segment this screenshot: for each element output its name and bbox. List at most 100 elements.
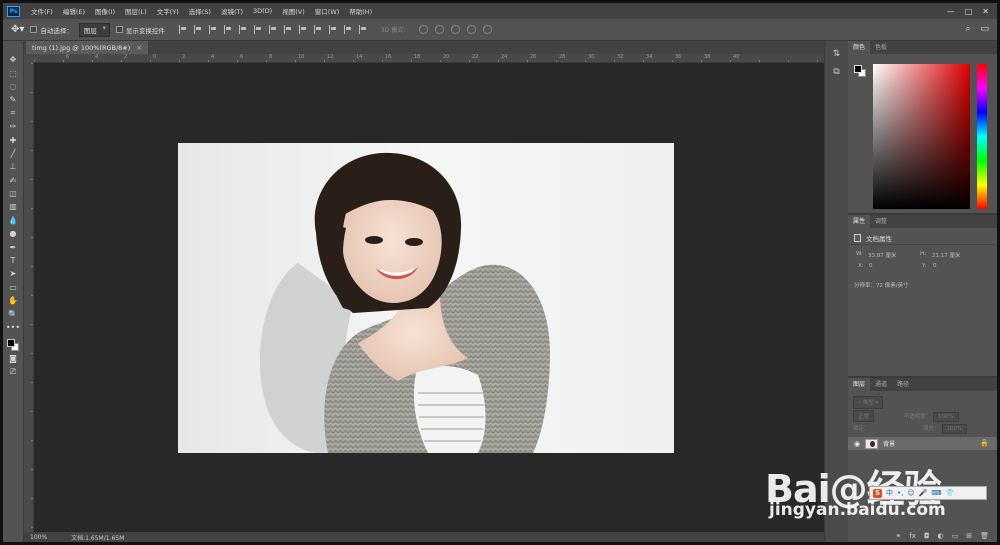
distribute-right-icon[interactable] <box>343 25 352 34</box>
ime-mode[interactable]: 中 <box>886 488 893 498</box>
history-icon[interactable]: ⇅ <box>833 49 841 59</box>
menu-edit[interactable]: 编辑(E) <box>58 6 90 16</box>
distribute-vcenter-icon[interactable] <box>283 25 292 34</box>
x-value[interactable]: 0 <box>869 263 873 269</box>
eraser-tool[interactable]: ◫ <box>6 187 20 200</box>
minimize-button[interactable]: — <box>947 7 955 16</box>
layer-row[interactable]: ◉ 背景 🔒 <box>848 437 997 450</box>
tab-properties[interactable]: 属性 <box>848 215 871 228</box>
align-top-icon[interactable] <box>178 25 187 34</box>
tab-adjustments[interactable]: 调整 <box>870 215 892 228</box>
tab-paths[interactable]: 路径 <box>892 378 914 391</box>
ime-skin-icon[interactable]: 👕 <box>946 489 955 497</box>
3d-roll-icon[interactable] <box>435 25 445 34</box>
path-select-tool[interactable]: ➤ <box>6 267 20 280</box>
workspace-icon[interactable]: ▭ <box>980 24 989 34</box>
menu-image[interactable]: 图像(I) <box>90 6 120 16</box>
align-left-icon[interactable] <box>223 25 232 34</box>
auto-select-dropdown[interactable]: 图层 <box>78 22 110 37</box>
eye-icon[interactable]: ◉ <box>854 440 860 448</box>
auto-select-option[interactable]: 自动选择： <box>30 25 73 35</box>
link-icon[interactable]: ⚭ <box>895 532 901 540</box>
canvas-area[interactable] <box>34 63 824 532</box>
y-value[interactable]: 0 <box>933 263 937 269</box>
zoom-level[interactable]: 100% <box>30 534 47 541</box>
marquee-tool[interactable]: ⬚ <box>6 66 20 79</box>
hand-tool[interactable]: ✋ <box>6 294 20 307</box>
distribute-hcenter-icon[interactable] <box>328 25 337 34</box>
brush-tool[interactable]: ╱ <box>6 147 20 160</box>
pen-tool[interactable]: ✒ <box>6 240 20 253</box>
distribute-top-icon[interactable] <box>268 25 277 34</box>
quick-select-tool[interactable]: ✎ <box>6 93 20 106</box>
menu-view[interactable]: 视图(V) <box>277 6 310 16</box>
horizontal-ruler[interactable]: 6 4 2 0 2 4 6 8 10 12 14 16 18 20 22 24 26 28 30 32 34 36 38 40 <box>34 54 824 63</box>
blend-mode-dropdown[interactable]: 正常 <box>853 410 875 422</box>
gradient-tool[interactable]: ▥ <box>6 200 20 213</box>
tab-channels[interactable]: 通道 <box>870 378 892 391</box>
type-tool[interactable]: T <box>6 254 20 267</box>
healing-tool[interactable]: ✚ <box>6 133 20 146</box>
3d-rotate-icon[interactable] <box>419 25 429 34</box>
vertical-ruler[interactable] <box>24 63 34 532</box>
align-bottom-icon[interactable] <box>208 25 217 34</box>
eyedropper-tool[interactable]: ✑ <box>6 120 20 133</box>
ime-punct-icon[interactable]: •, <box>897 489 903 497</box>
layer-filter-dropdown[interactable]: ⌕ 类型 ▾ <box>853 396 884 409</box>
ime-mic-icon[interactable]: 🎤 <box>919 489 928 497</box>
history-brush-tool[interactable]: ✍ <box>6 174 20 187</box>
transform-checkbox[interactable] <box>115 26 123 33</box>
search-icon[interactable]: ⌕ <box>965 24 970 34</box>
ime-keyboard-icon[interactable]: ⌨ <box>931 489 941 497</box>
quick-mask-icon[interactable]: ◙ <box>6 352 20 365</box>
rectangle-tool[interactable]: ▭ <box>6 281 20 294</box>
fill-field[interactable]: 100% <box>941 424 968 434</box>
auto-select-checkbox[interactable] <box>30 26 38 33</box>
trash-icon[interactable]: 🗑 <box>980 532 989 540</box>
color-field[interactable] <box>873 64 970 209</box>
align-hcenter-icon[interactable] <box>238 25 247 34</box>
mask-icon[interactable]: ◘ <box>924 532 930 540</box>
distribute-bottom-icon[interactable] <box>298 25 307 34</box>
menu-type[interactable]: 文字(Y) <box>152 6 184 16</box>
menu-layer[interactable]: 图层(L) <box>120 6 152 16</box>
stamp-tool[interactable]: ⊥ <box>6 160 20 173</box>
transform-controls-option[interactable]: 显示变换控件 <box>115 25 165 35</box>
ime-toolbar[interactable]: S 中 •, ☺ 🎤 ⌨ 👕 <box>869 486 987 500</box>
3d-pan-icon[interactable] <box>451 25 461 34</box>
ime-emoji-icon[interactable]: ☺ <box>907 489 914 497</box>
lasso-tool[interactable]: ◌ <box>6 80 20 93</box>
align-right-icon[interactable] <box>253 25 262 34</box>
distribute-left-icon[interactable] <box>313 25 322 34</box>
new-layer-icon[interactable]: ⊞ <box>966 532 972 540</box>
tab-color[interactable]: 颜色 <box>848 41 871 54</box>
menu-help[interactable]: 帮助(H) <box>344 6 377 16</box>
tab-swatches[interactable]: 色板 <box>870 41 892 54</box>
document-tab[interactable]: timg (1).jpg @ 100%(RGB/8#) × <box>26 41 149 54</box>
fg-bg-swatches[interactable] <box>6 338 20 352</box>
foreground-color[interactable] <box>7 339 15 348</box>
crop-tool[interactable]: ⌗ <box>6 107 20 120</box>
document-image[interactable] <box>178 143 674 453</box>
folder-icon[interactable]: ▭ <box>952 532 959 540</box>
close-button[interactable]: ✕ <box>982 7 989 16</box>
3d-slide-icon[interactable] <box>467 25 477 34</box>
auto-align-icon[interactable] <box>358 25 367 34</box>
move-tool[interactable]: ✥ <box>6 53 20 66</box>
opacity-field[interactable]: 100% <box>933 412 959 422</box>
menu-filter[interactable]: 滤镜(T) <box>216 6 248 16</box>
restore-button[interactable]: □ <box>965 7 973 16</box>
hue-slider[interactable] <box>977 64 987 209</box>
fx-icon[interactable]: fx <box>909 532 916 540</box>
dodge-tool[interactable]: ● <box>6 227 20 240</box>
adjustment-icon[interactable]: ◐ <box>938 532 944 540</box>
3d-scale-icon[interactable] <box>483 25 493 34</box>
more-tools[interactable]: ••• <box>6 321 20 334</box>
menu-3d[interactable]: 3D(D) <box>248 7 277 15</box>
zoom-tool[interactable]: 🔍 <box>6 307 20 320</box>
move-tool-icon[interactable]: ✥▾ <box>11 24 24 35</box>
layer-name[interactable]: 背景 <box>883 439 895 448</box>
properties-icon[interactable]: ⧉ <box>833 67 839 77</box>
tab-layers[interactable]: 图层 <box>848 378 871 391</box>
close-icon[interactable]: × <box>136 44 142 52</box>
